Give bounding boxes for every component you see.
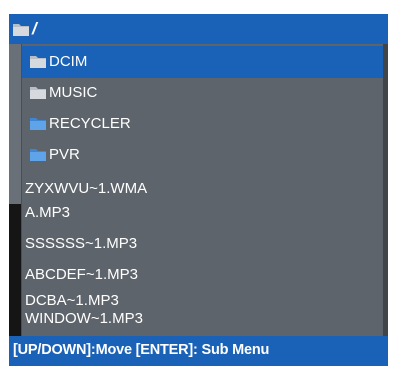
folder-icon bbox=[12, 22, 30, 42]
folder-item-music[interactable]: MUSIC bbox=[22, 77, 383, 109]
folder-icon bbox=[29, 117, 47, 135]
scrollbar[interactable] bbox=[383, 44, 388, 336]
folder-item-recycler[interactable]: RECYCLER bbox=[22, 108, 383, 140]
folder-label: PVR bbox=[49, 146, 80, 163]
folder-label: DCIM bbox=[49, 53, 88, 70]
current-path: / bbox=[32, 19, 37, 38]
file-item[interactable]: ZYXWVU~1.WMA bbox=[25, 180, 147, 197]
path-header: / bbox=[9, 14, 388, 44]
file-item[interactable]: SSSSSS~1.MP3 bbox=[25, 235, 137, 252]
file-item[interactable]: DCBA~1.MP3 bbox=[25, 292, 119, 309]
gutter-shadow bbox=[9, 204, 21, 336]
file-browser-panel: / DCIM MUSIC RECYCLER PVR ZYXWVU~1.WMA A… bbox=[9, 14, 388, 366]
folder-item-pvr[interactable]: PVR bbox=[22, 139, 383, 171]
left-gutter bbox=[9, 44, 22, 336]
file-item[interactable]: ABCDEF~1.MP3 bbox=[25, 266, 138, 283]
key-hint: [UP/DOWN]:Move [ENTER]: Sub Menu bbox=[13, 342, 270, 358]
folder-icon bbox=[29, 148, 47, 166]
folder-label: RECYCLER bbox=[49, 115, 131, 132]
folder-label: MUSIC bbox=[49, 84, 98, 101]
help-bar: [UP/DOWN]:Move [ENTER]: Sub Menu bbox=[9, 336, 388, 366]
file-item[interactable]: A.MP3 bbox=[25, 204, 70, 221]
folder-icon bbox=[29, 55, 47, 73]
file-item[interactable]: WINDOW~1.MP3 bbox=[25, 310, 143, 327]
file-browser-screen: / DCIM MUSIC RECYCLER PVR ZYXWVU~1.WMA A… bbox=[0, 0, 397, 369]
folder-item-dcim[interactable]: DCIM bbox=[22, 46, 383, 78]
folder-icon bbox=[29, 86, 47, 104]
